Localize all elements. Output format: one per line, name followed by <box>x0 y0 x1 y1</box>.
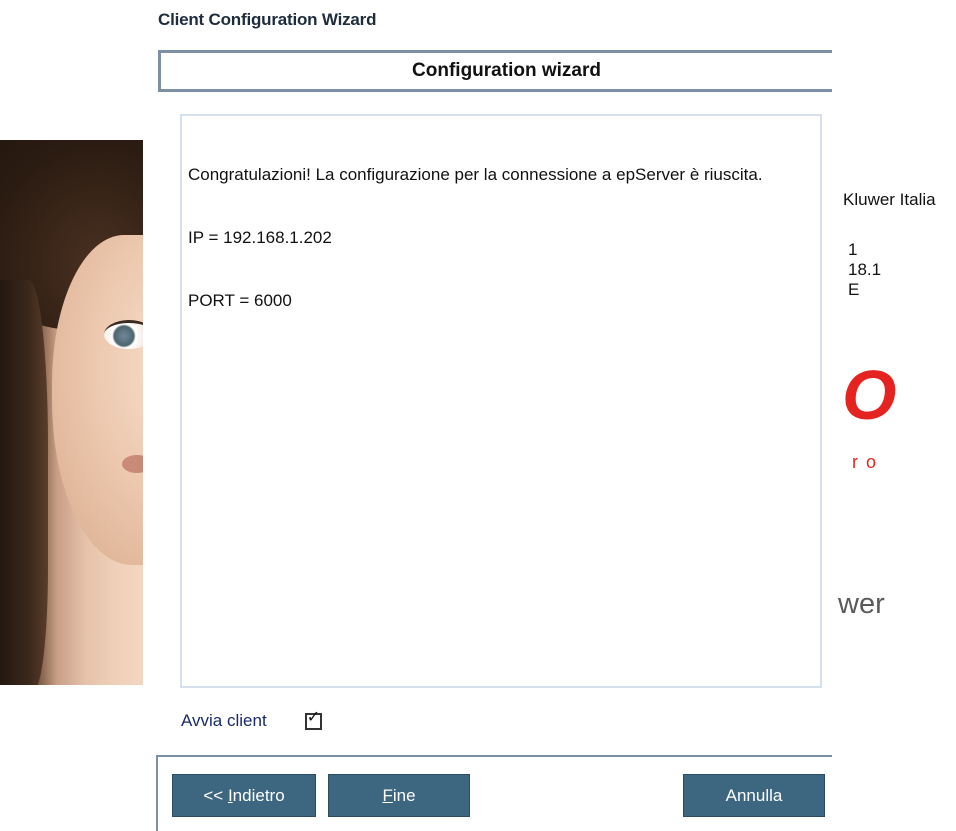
background-logo-mark: O <box>842 356 897 434</box>
back-button-prefix: << <box>203 785 228 805</box>
background-logo-subtext: ro <box>852 452 885 472</box>
finish-button-accelerator: F <box>382 785 393 805</box>
start-client-checkbox[interactable]: ✓ <box>304 708 322 730</box>
wizard-dialog: Configuration wizard Congratulazioni! La… <box>148 38 832 831</box>
background-power-text: wer <box>838 588 885 620</box>
cancel-button-label: Annulla <box>725 785 783 805</box>
background-info-lines: 1 18.1 E <box>848 240 881 300</box>
message-textbox[interactable]: Congratulazioni! La configurazione per l… <box>180 114 822 688</box>
background-info-line: 18.1 <box>848 260 882 279</box>
background-info-line: 1 <box>848 240 858 259</box>
message-line: IP = 192.168.1.202 <box>188 228 332 247</box>
message-line: Congratulazioni! La configurazione per l… <box>188 165 763 184</box>
wizard-header-title: Configuration wizard <box>412 60 601 81</box>
finish-button-label: ine <box>392 785 416 805</box>
start-client-row: Avvia client ✓ <box>181 708 322 732</box>
window-title: Client Configuration Wizard <box>158 10 377 29</box>
background-company-text: Kluwer Italia <box>843 190 936 209</box>
finish-button[interactable]: Fine <box>328 774 470 817</box>
cancel-button[interactable]: Annulla <box>683 774 825 817</box>
back-button[interactable]: << Indietro <box>172 774 316 817</box>
background-woman-image <box>0 140 143 685</box>
checkmark-icon: ✓ <box>306 708 321 726</box>
wizard-header: Configuration wizard <box>158 50 832 92</box>
background-info-line: E <box>848 280 860 299</box>
start-client-label: Avvia client <box>181 711 267 730</box>
back-button-label: ndietro <box>232 785 285 805</box>
button-bar: << Indietro Fine Annulla <box>156 755 832 831</box>
message-line: PORT = 6000 <box>188 291 292 310</box>
